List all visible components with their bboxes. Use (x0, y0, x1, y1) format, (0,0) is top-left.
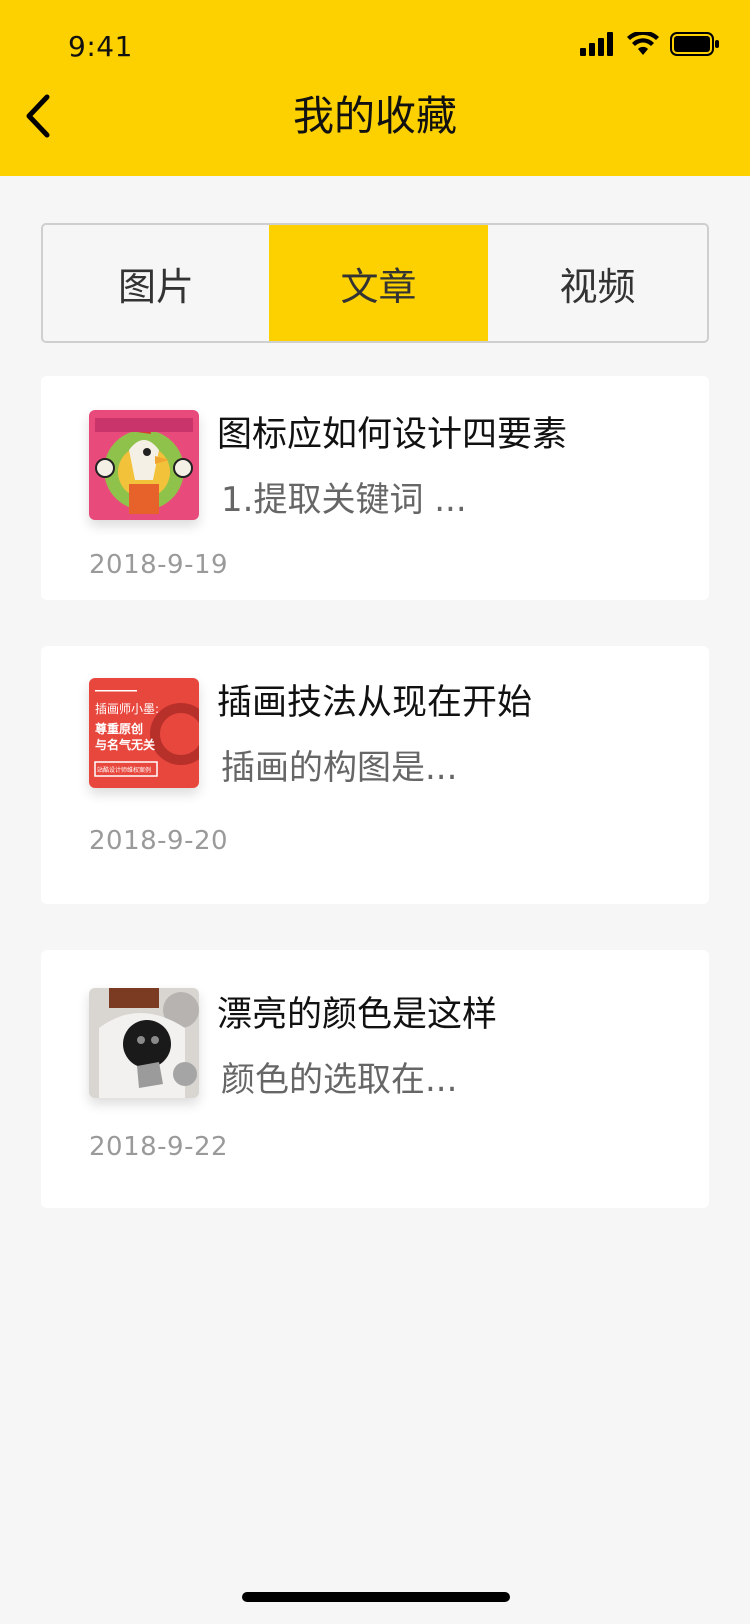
article-title: 插画技法从现在开始 (217, 683, 533, 723)
signal-icon (580, 32, 613, 56)
thumbnail-caption: 与名气无关 (95, 738, 156, 752)
battery-icon (670, 32, 719, 56)
article-title: 图标应如何设计四要素 (217, 415, 568, 455)
status-time: 9:41 (68, 30, 133, 63)
article-date: 2018-9-20 (89, 826, 229, 856)
article-card[interactable]: 插画师小墨: 尊重原创 与名气无关 站酷设计师维权案例 插画技法从现在开始 插画… (41, 646, 709, 904)
article-excerpt: 颜色的选取在... (221, 1060, 458, 1100)
thumbnail-caption: 站酷设计师维权案例 (97, 767, 152, 774)
article-excerpt: 插画的构图是... (221, 748, 458, 788)
tab-videos[interactable]: 视频 (488, 225, 707, 341)
wifi-icon (627, 32, 659, 55)
article-thumbnail: 插画师小墨: 尊重原创 与名气无关 站酷设计师维权案例 (89, 678, 199, 788)
page-title: 我的收藏 (293, 92, 457, 140)
tab-images[interactable]: 图片 (43, 225, 269, 341)
category-tabs: 图片 文章 视频 (41, 223, 709, 343)
tab-articles[interactable]: 文章 (269, 225, 488, 341)
article-excerpt: 1.提取关键词 ... (221, 480, 467, 520)
article-thumbnail (89, 988, 199, 1098)
article-date: 2018-9-19 (89, 550, 229, 580)
article-title: 漂亮的颜色是这样 (217, 995, 498, 1035)
thumbnail-caption: 插画师小墨: (95, 702, 160, 716)
status-icons (580, 32, 720, 56)
top-bar: 9:41 我的收藏 (0, 0, 750, 176)
article-date: 2018-9-22 (89, 1132, 229, 1162)
home-indicator (242, 1592, 510, 1602)
article-card[interactable]: 漂亮的颜色是这样 颜色的选取在... 2018-9-22 (41, 950, 709, 1208)
article-thumbnail (89, 410, 199, 520)
article-card[interactable]: 图标应如何设计四要素 1.提取关键词 ... 2018-9-19 (41, 376, 709, 600)
thumbnail-caption: 尊重原创 (95, 722, 144, 736)
